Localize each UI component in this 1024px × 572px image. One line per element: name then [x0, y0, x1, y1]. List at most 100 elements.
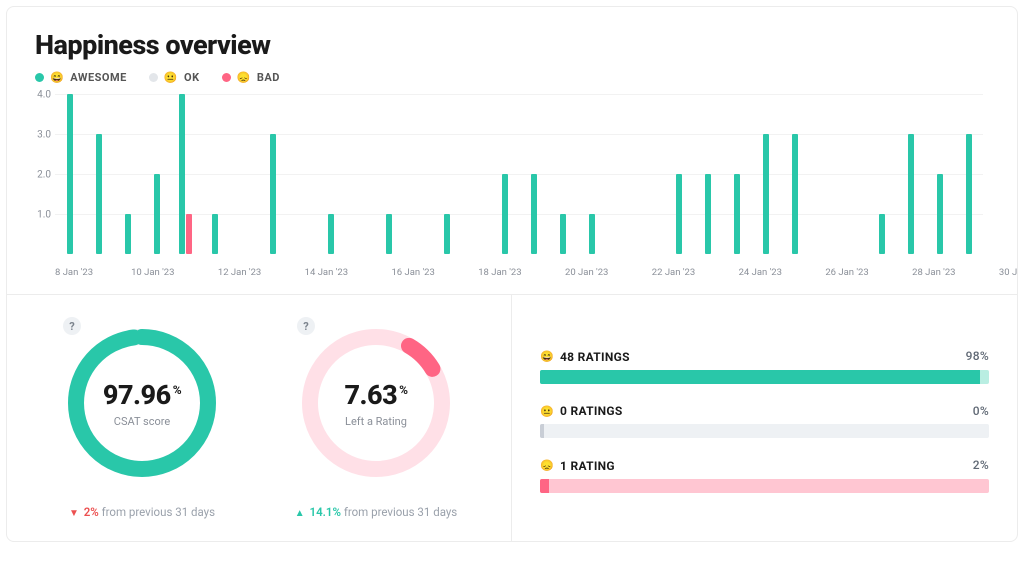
- bar-slot[interactable]: [867, 94, 896, 254]
- y-tick-label: 4.0: [29, 90, 51, 101]
- bar-awesome: [560, 214, 566, 254]
- happiness-bar-chart[interactable]: 1.02.03.04.0 8 Jan '239 Jan '2310 Jan '2…: [29, 94, 989, 284]
- ratings-breakdown: 😄48 RATINGS98%😐0 RATINGS0%😞1 RATING2%: [512, 295, 1017, 541]
- bar-slot[interactable]: [780, 94, 809, 254]
- summary-section: ? 97.96% CSAT score ▼ 2%: [7, 294, 1017, 541]
- bar-slot[interactable]: [258, 94, 287, 254]
- bar-awesome: [705, 174, 711, 254]
- bar-slot[interactable]: [548, 94, 577, 254]
- bar-awesome: [96, 134, 102, 254]
- rating-emoji-icon: 😄: [540, 350, 554, 363]
- bar-slot[interactable]: [751, 94, 780, 254]
- bar-slot[interactable]: [55, 94, 84, 254]
- csat-value: 97.96%: [103, 379, 181, 411]
- emoji-awesome-icon: 😄: [50, 71, 64, 84]
- bar-slot[interactable]: [461, 94, 490, 254]
- bar-slot[interactable]: [287, 94, 316, 254]
- bar-slot[interactable]: [171, 94, 200, 254]
- bar-awesome: [763, 134, 769, 254]
- bar-slot[interactable]: [403, 94, 432, 254]
- bar-slot[interactable]: [490, 94, 519, 254]
- rating-label: Left a Rating: [345, 415, 407, 428]
- bar-slot[interactable]: [693, 94, 722, 254]
- bar-slot[interactable]: [229, 94, 258, 254]
- bar-slot[interactable]: [954, 94, 983, 254]
- bar-slot[interactable]: [113, 94, 142, 254]
- csat-delta: ▼ 2% from previous 31 days: [69, 505, 215, 519]
- x-tick-label: 24 Jan '23: [739, 267, 782, 278]
- x-tick-label: 8 Jan '23: [55, 267, 93, 278]
- bar-awesome: [531, 174, 537, 254]
- rating-bar: [540, 370, 989, 384]
- bar-slot[interactable]: [606, 94, 635, 254]
- legend-dot-ok: [149, 73, 158, 82]
- rating-percent: 0%: [973, 404, 989, 418]
- x-tick-label: 22 Jan '23: [652, 267, 695, 278]
- y-tick-label: 3.0: [29, 130, 51, 141]
- x-tick-label: 28 Jan '23: [912, 267, 955, 278]
- bar-slot[interactable]: [142, 94, 171, 254]
- rating-value: 7.63%: [344, 379, 407, 411]
- rating-count-label: 1 RATING: [560, 459, 615, 473]
- bar-slot[interactable]: [664, 94, 693, 254]
- x-tick-label: 10 Jan '23: [131, 267, 174, 278]
- legend-label-ok: OK: [184, 71, 200, 84]
- bar-slot[interactable]: [577, 94, 606, 254]
- rating-row: 😐0 RATINGS0%: [540, 404, 989, 439]
- bar-slot[interactable]: [635, 94, 664, 254]
- bar-slot[interactable]: [316, 94, 345, 254]
- page-title: Happiness overview: [35, 29, 989, 61]
- legend-item-awesome[interactable]: 😄 AWESOME: [35, 71, 127, 84]
- bar-slot[interactable]: [345, 94, 374, 254]
- rating-count-label: 0 RATINGS: [560, 404, 623, 418]
- bar-awesome: [792, 134, 798, 254]
- bar-awesome: [386, 214, 392, 254]
- bar-awesome: [125, 214, 131, 254]
- bar-awesome: [502, 174, 508, 254]
- x-tick-label: 14 Jan '23: [305, 267, 348, 278]
- bar-slot[interactable]: [84, 94, 113, 254]
- chart-legend: 😄 AWESOME 😐 OK 😞 BAD: [35, 71, 989, 84]
- bar-bad: [186, 214, 192, 254]
- rating-bar: [540, 479, 989, 493]
- y-tick-label: 1.0: [29, 210, 51, 221]
- arrow-up-icon: ▲: [295, 508, 305, 519]
- x-tick-label: 16 Jan '23: [391, 267, 434, 278]
- csat-gauge: ? 97.96% CSAT score ▼ 2%: [25, 323, 259, 519]
- rating-ring: 7.63% Left a Rating: [296, 323, 456, 483]
- rating-row: 😄48 RATINGS98%: [540, 349, 989, 384]
- rating-percent: 98%: [966, 349, 989, 363]
- legend-item-ok[interactable]: 😐 OK: [149, 71, 200, 84]
- bar-slot[interactable]: [838, 94, 867, 254]
- bar-awesome: [966, 134, 972, 254]
- bar-slot[interactable]: [432, 94, 461, 254]
- bar-slot[interactable]: [896, 94, 925, 254]
- y-tick-label: 2.0: [29, 170, 51, 181]
- bar-awesome: [328, 214, 334, 254]
- bar-slot[interactable]: [519, 94, 548, 254]
- legend-dot-bad: [222, 73, 231, 82]
- rating-percent: 2%: [973, 458, 989, 472]
- bar-slot[interactable]: [374, 94, 403, 254]
- rating-emoji-icon: 😞: [540, 459, 554, 472]
- rating-row: 😞 1 RATING 2%: [540, 458, 989, 493]
- legend-label-bad: BAD: [257, 71, 280, 84]
- legend-dot-awesome: [35, 73, 44, 82]
- bar-awesome: [270, 134, 276, 254]
- rating-bar: [540, 424, 989, 438]
- bar-slot[interactable]: [722, 94, 751, 254]
- bar-awesome: [908, 134, 914, 254]
- bar-awesome: [67, 94, 73, 254]
- bar-slot[interactable]: [925, 94, 954, 254]
- csat-label: CSAT score: [114, 415, 170, 428]
- bar-awesome: [444, 214, 450, 254]
- legend-item-bad[interactable]: 😞 BAD: [222, 71, 280, 84]
- bar-slot[interactable]: [809, 94, 838, 254]
- csat-ring: 97.96% CSAT score: [62, 323, 222, 483]
- bar-awesome: [676, 174, 682, 254]
- happiness-card: Happiness overview 😄 AWESOME 😐 OK 😞 BAD …: [6, 6, 1018, 542]
- bar-slot[interactable]: [200, 94, 229, 254]
- chart-section: Happiness overview 😄 AWESOME 😐 OK 😞 BAD …: [7, 7, 1017, 294]
- bar-awesome: [734, 174, 740, 254]
- arrow-down-icon: ▼: [69, 508, 79, 519]
